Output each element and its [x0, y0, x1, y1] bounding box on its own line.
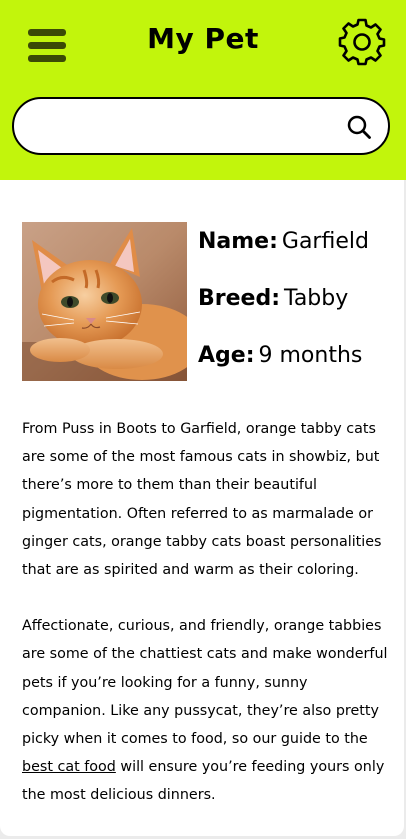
name-value: Garfield — [281, 229, 369, 254]
menu-bar — [28, 55, 66, 62]
pet-profile-card: Name: Garfield Breed: Tabby Age: 9 months F… — [0, 180, 404, 836]
search-input[interactable] — [34, 107, 334, 145]
pet-description: From Puss in Boots to Garfield, orange t… — [22, 415, 394, 838]
gear-icon[interactable] — [337, 17, 387, 67]
pet-name-row: Name: Garfield — [198, 229, 369, 254]
breed-label: Breed: — [198, 286, 281, 311]
paragraph-text: Affectionate, curious, and friendly, ora… — [22, 618, 388, 748]
search-bar — [12, 97, 390, 155]
age-value: 9 months — [258, 343, 363, 368]
pet-age-row: Age: 9 months — [198, 343, 362, 368]
best-cat-food-link[interactable]: best cat food — [22, 759, 116, 775]
name-label: Name: — [198, 229, 278, 254]
breed-value: Tabby — [284, 286, 349, 311]
pet-breed-row: Breed: Tabby — [198, 286, 348, 311]
description-paragraph: Affectionate, curious, and friendly, ora… — [22, 612, 394, 809]
description-paragraph: From Puss in Boots to Garfield, orange t… — [22, 421, 382, 579]
app-header: My Pet — [0, 0, 406, 180]
pet-photo — [22, 222, 187, 381]
age-label: Age: — [198, 343, 255, 368]
search-icon[interactable] — [346, 114, 372, 140]
